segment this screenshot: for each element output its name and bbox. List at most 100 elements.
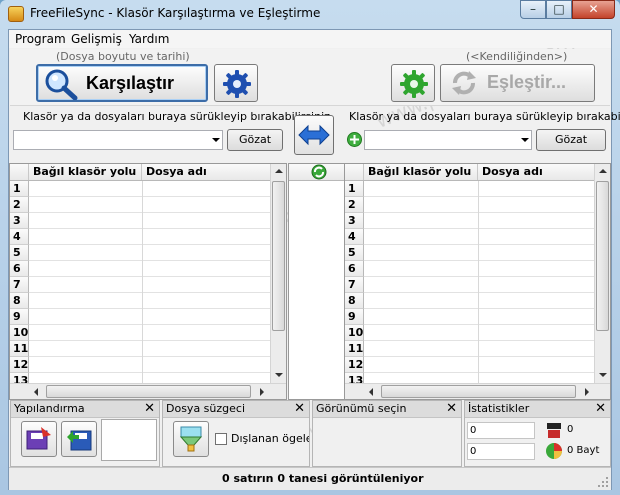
row-number: 1 [345,181,364,197]
sync-direction-icon[interactable] [311,164,327,180]
table-row[interactable] [29,213,270,229]
swap-sides-button[interactable] [294,115,334,155]
right-file-grid[interactable]: Bağıl klasör yolu Dosya adı 1 2 3 4 5 6 7 8 9 10 1… [344,163,611,400]
table-row[interactable] [29,325,270,341]
table-row[interactable] [364,197,594,213]
row-number: 12 [10,357,29,373]
object-count-icon [547,423,561,438]
table-row[interactable] [364,293,594,309]
right-folder-label: Klasör ya da dosyaları buraya sürükleyip… [349,110,620,123]
table-row[interactable] [364,229,594,245]
middle-action-grid[interactable] [288,163,350,400]
resize-grip-icon[interactable] [597,476,609,488]
save-config-button[interactable] [61,421,97,457]
dropdown-arrow-icon [521,138,529,142]
close-icon[interactable]: ✕ [294,402,305,416]
maximize-button[interactable]: □ [546,0,572,19]
table-row[interactable] [29,309,270,325]
left-horizontal-scrollbar[interactable] [10,383,286,399]
menu-bar: Program Gelişmiş Yardım [9,30,611,48]
right-horizontal-scrollbar[interactable] [345,383,610,399]
right-folder-input[interactable] [364,130,532,150]
filter-button[interactable] [173,421,209,457]
config-history-list[interactable] [101,419,157,461]
column-divider [478,181,479,383]
column-header-filename[interactable]: Dosya adı [142,164,272,180]
table-row[interactable] [364,277,594,293]
row-number: 9 [10,309,29,325]
left-folder-input[interactable] [13,130,223,150]
scroll-thumb[interactable] [596,181,609,331]
scroll-thumb[interactable] [46,385,251,398]
table-row[interactable] [29,357,270,373]
row-number: 4 [345,229,364,245]
table-row[interactable] [364,325,594,341]
table-row[interactable] [364,213,594,229]
menu-help[interactable]: Yardım [129,32,169,46]
show-excluded-label: Dışlanan ögeleri g [231,432,309,445]
right-browse-button[interactable]: Gözat [536,129,606,151]
table-row[interactable] [364,309,594,325]
column-header-relative-path[interactable]: Bağıl klasör yolu [29,164,142,180]
table-row[interactable] [364,245,594,261]
table-row[interactable] [364,341,594,357]
close-icon[interactable]: ✕ [595,402,606,416]
sync-settings-button[interactable] [391,64,435,102]
load-config-button[interactable] [21,421,57,457]
menu-advanced[interactable]: Gelişmiş [71,32,122,46]
left-folder-label: Klasör ya da dosyaları buraya sürükleyip… [23,110,330,123]
compare-settings-button[interactable] [214,64,258,102]
column-divider [142,181,143,383]
row-number: 11 [10,341,29,357]
compare-button[interactable]: Karşılaştır [36,64,208,102]
title-bar[interactable]: FreeFileSync - Klasör Karşılaştırma ve E… [0,0,620,28]
row-number: 9 [345,309,364,325]
scroll-right-arrow-icon[interactable] [585,388,589,396]
left-browse-button[interactable]: Gözat [227,129,283,151]
scroll-left-arrow-icon[interactable] [34,388,38,396]
gear-icon [223,70,251,98]
menu-program[interactable]: Program [15,32,66,46]
filter-panel-title: Dosya süzgeci ✕ [163,401,309,418]
scroll-right-arrow-icon[interactable] [260,388,264,396]
table-row[interactable] [364,261,594,277]
show-excluded-checkbox[interactable] [215,433,227,445]
scroll-down-arrow-icon[interactable] [599,373,607,377]
scroll-thumb[interactable] [272,181,285,331]
scroll-thumb[interactable] [381,385,576,398]
table-row[interactable] [29,197,270,213]
table-row[interactable] [29,293,270,309]
close-icon[interactable]: ✕ [446,402,457,416]
close-button[interactable]: ✕ [572,0,615,19]
left-vertical-scrollbar[interactable] [270,164,286,383]
close-icon[interactable]: ✕ [144,402,155,416]
scroll-left-arrow-icon[interactable] [369,388,373,396]
column-header-relative-path[interactable]: Bağıl klasör yolu [364,164,478,180]
left-file-grid[interactable]: Bağıl klasör yolu Dosya adı 1 2 3 4 5 6 7 8 9 10 1… [9,163,287,400]
scroll-down-arrow-icon[interactable] [275,373,283,377]
column-header-filename[interactable]: Dosya adı [478,164,596,180]
sync-button[interactable]: Eşleştir... [440,64,595,102]
row-number: 10 [345,325,364,341]
scroll-up-arrow-icon[interactable] [599,169,607,173]
status-text: 0 satırın 0 tanesi görüntüleniyor [222,472,424,485]
table-row[interactable] [29,277,270,293]
minimize-button[interactable]: – [520,0,546,19]
table-row[interactable] [364,181,594,197]
table-row[interactable] [29,181,270,197]
right-vertical-scrollbar[interactable] [594,164,610,383]
table-row[interactable] [364,357,594,373]
table-row[interactable] [29,229,270,245]
dropdown-arrow-icon [212,138,220,142]
row-number: 7 [345,277,364,293]
table-row[interactable] [29,261,270,277]
scroll-up-arrow-icon[interactable] [275,169,283,173]
client-area: www.programlar.com www.programlar.com ww… [8,29,620,490]
row-number: 6 [345,261,364,277]
add-folder-pair-icon[interactable] [347,132,362,147]
table-row[interactable] [29,341,270,357]
toolbar: (Dosya boyutu ve tarihi) (<Kendiliğinden… [10,49,610,106]
filter-panel: Dosya süzgeci ✕ Dışlanan ögeleri g [162,400,310,467]
right-grid-header: Bağıl klasör yolu Dosya adı [345,164,596,181]
table-row[interactable] [29,245,270,261]
